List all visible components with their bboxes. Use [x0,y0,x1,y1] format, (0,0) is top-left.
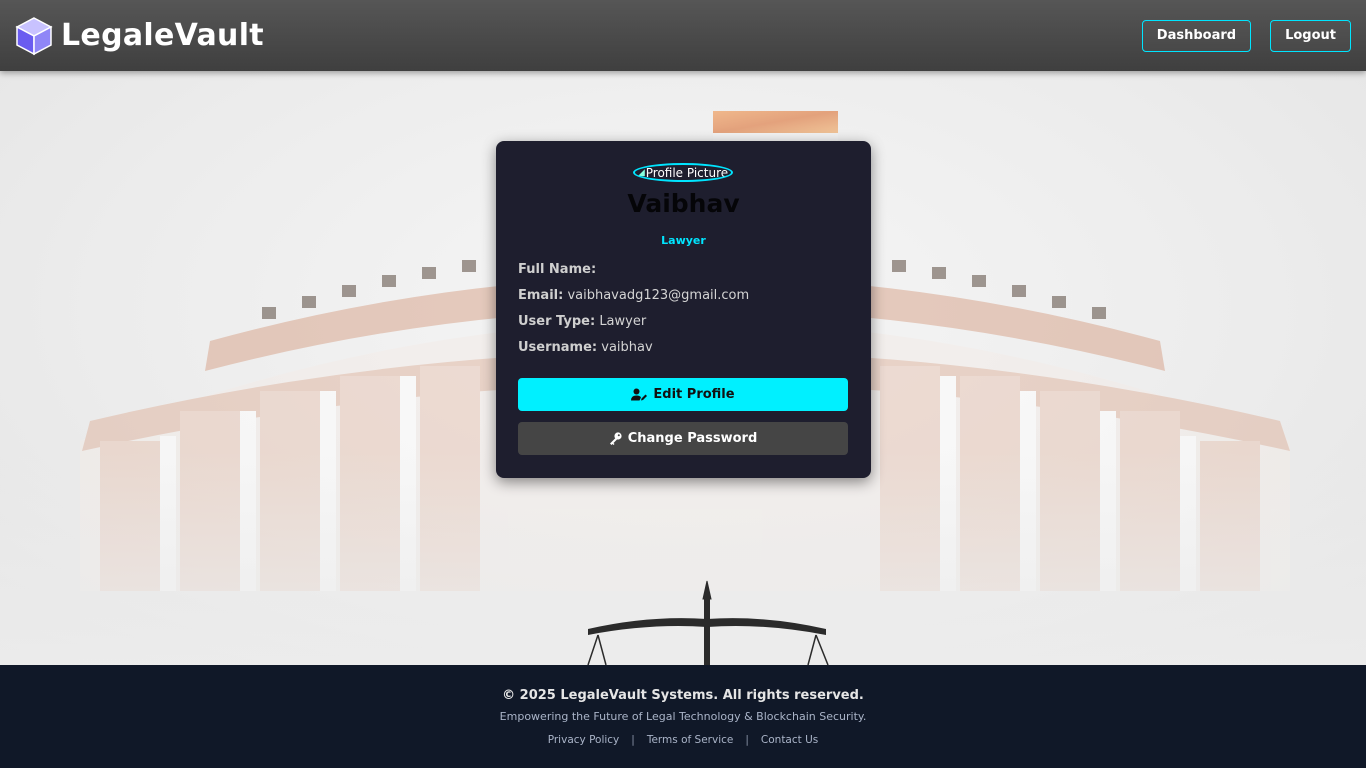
logout-button[interactable]: Logout [1270,19,1351,52]
change-password-label: Change Password [627,431,758,446]
field-label: Full Name: [518,262,597,277]
change-password-button[interactable]: Change Password [518,422,848,455]
terms-of-service-link[interactable]: Terms of Service [647,734,734,746]
field-full-name: Full Name: [518,262,596,277]
cube-logo-icon [15,16,53,55]
brand-name: LegaleVault [61,18,264,53]
field-label: Username: [518,340,598,355]
profile-picture[interactable]: ◢ Profile Picture [633,163,733,182]
footer-copyright: © 2025 LegaleVault Systems. All rights r… [502,688,864,703]
field-value: vaibhav [601,340,653,355]
field-label: User Type: [518,314,596,329]
brand[interactable]: LegaleVault [14,16,264,56]
broken-image-icon: ◢ [637,167,645,178]
profile-picture-alt: Profile Picture [645,165,729,180]
profile-name: Vaibhav [627,189,740,218]
field-user-type: User Type: Lawyer [518,314,646,329]
footer-tagline: Empowering the Future of Legal Technolog… [499,710,867,723]
top-navbar: LegaleVault Dashboard Logout [0,0,1366,71]
edit-profile-label: Edit Profile [653,387,735,402]
contact-us-link[interactable]: Contact Us [761,734,818,746]
key-icon [609,432,622,445]
footer-links: Privacy Policy | Terms of Service | Cont… [0,734,1366,746]
edit-profile-button[interactable]: Edit Profile [518,378,848,411]
privacy-policy-link[interactable]: Privacy Policy [548,734,620,746]
footer-separator: | [745,734,749,746]
field-email: Email: vaibhavadg123@gmail.com [518,288,749,303]
user-edit-icon [631,388,648,401]
footer: © 2025 LegaleVault Systems. All rights r… [0,665,1366,768]
profile-card: ◢ Profile Picture Vaibhav Lawyer Full Na… [496,141,871,478]
footer-separator: | [631,734,635,746]
profile-role: Lawyer [661,234,706,247]
field-value: Lawyer [599,314,647,329]
dashboard-button[interactable]: Dashboard [1141,19,1252,52]
field-value: vaibhavadg123@gmail.com [567,288,750,303]
field-label: Email: [518,288,564,303]
nav-actions: Dashboard Logout [1141,19,1351,52]
field-username: Username: vaibhav [518,340,653,355]
